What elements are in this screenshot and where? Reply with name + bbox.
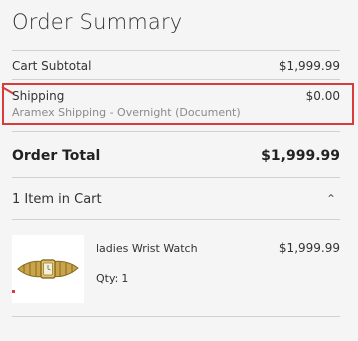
product-image[interactable]: [12, 235, 84, 303]
divider: [12, 177, 340, 178]
product-name[interactable]: ladies Wrist Watch: [96, 242, 198, 255]
items-in-cart-toggle[interactable]: 1 Item in Cart: [12, 192, 102, 207]
order-total-value: $1,999.99: [261, 148, 340, 164]
product-price: $1,999.99: [278, 241, 340, 255]
product-quantity: Qty: 1: [96, 272, 128, 285]
qty-label: Qty:: [96, 272, 119, 285]
chevron-up-icon[interactable]: ⌃: [326, 192, 336, 206]
divider: [12, 316, 340, 317]
qty-value: 1: [121, 272, 129, 285]
divider: [12, 219, 340, 220]
cart-subtotal-label: Cart Subtotal: [12, 59, 92, 73]
order-total-label: Order Total: [12, 148, 101, 164]
cart-subtotal-value: $1,999.99: [278, 59, 340, 73]
order-summary-title: Order Summary: [12, 10, 183, 34]
shipping-method: Aramex Shipping - Overnight (Document): [12, 106, 241, 119]
annotation-mark: [12, 290, 15, 293]
wrist-watch-image: [12, 235, 84, 303]
order-summary-panel: Order Summary Cart Subtotal $1,999.99 Sh…: [0, 0, 358, 341]
shipping-value: $0.00: [305, 89, 340, 103]
divider: [12, 79, 340, 80]
shipping-label: Shipping: [12, 89, 65, 103]
divider: [12, 131, 340, 132]
divider: [12, 50, 340, 51]
